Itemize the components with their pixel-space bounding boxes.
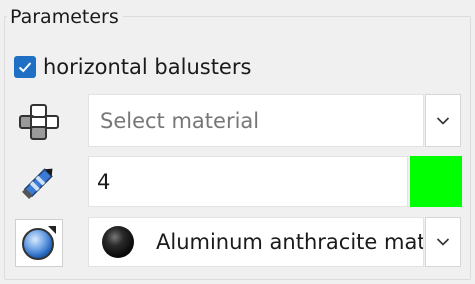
texture-dropdown-button[interactable] [425, 217, 461, 267]
group-title: Parameters [7, 4, 123, 30]
material-placeholder: Select material [100, 108, 260, 133]
chevron-down-icon [436, 116, 450, 125]
color-swatch[interactable] [410, 156, 462, 207]
value-input[interactable]: 4 [88, 156, 408, 207]
baluster-profile-icon [15, 98, 63, 146]
checkbox-label: horizontal balusters [43, 55, 252, 79]
pencil-icon [15, 158, 63, 206]
material-sphere-button[interactable] [15, 219, 63, 267]
material-dropdown-button[interactable] [425, 94, 461, 147]
horizontal-balusters-checkbox-row[interactable]: horizontal balusters [14, 53, 251, 81]
texture-selected-label: Aluminum anthracite mat [156, 230, 423, 254]
anthracite-sphere-icon [102, 226, 134, 258]
material-sphere-icon [22, 226, 56, 260]
material-select[interactable]: Select material [88, 94, 424, 147]
texture-select[interactable]: Aluminum anthracite mat [88, 217, 424, 267]
chevron-down-icon [436, 238, 450, 246]
horizontal-balusters-checkbox[interactable] [14, 56, 36, 78]
checkmark-icon [18, 62, 32, 73]
